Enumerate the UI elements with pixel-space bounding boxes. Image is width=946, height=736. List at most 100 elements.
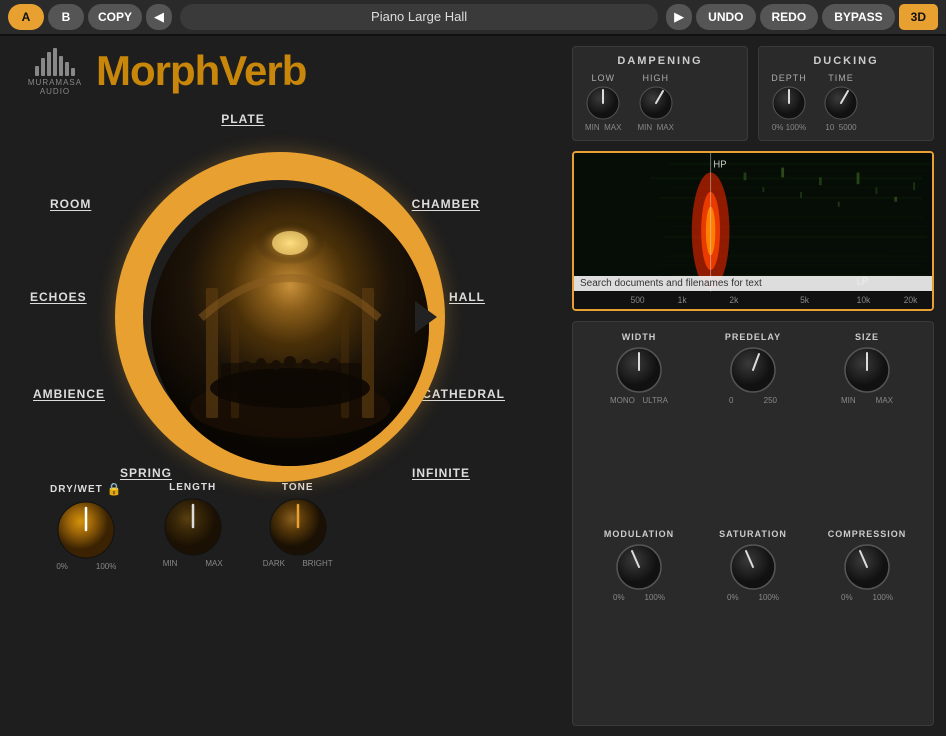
morph-wheel-inner	[151, 188, 429, 466]
width-knob-svg	[615, 346, 663, 394]
dampening-low-group: LOW	[585, 73, 621, 132]
predelay-knob-svg	[729, 346, 777, 394]
ducking-time-svg	[823, 85, 859, 121]
dampening-low-svg	[585, 85, 621, 121]
label-infinite[interactable]: INFINITE	[412, 466, 470, 480]
preset-name: Piano Large Hall	[180, 4, 658, 30]
logo: MURAMASA AUDIO	[20, 46, 90, 96]
label-echoes[interactable]: ECHOES	[30, 290, 87, 304]
top-control-boxes: DAMPENING LOW	[572, 46, 934, 141]
label-spring[interactable]: SPRING	[120, 466, 172, 480]
logo-bar	[53, 48, 57, 76]
width-title: WIDTH	[622, 332, 657, 342]
drywet-range: 0% 100%	[56, 562, 116, 571]
tone-knob[interactable]	[268, 497, 328, 557]
logo-bar	[59, 56, 63, 76]
preset-a-button[interactable]: A	[8, 4, 44, 30]
copy-button[interactable]: COPY	[88, 4, 142, 30]
undo-button[interactable]: UNDO	[696, 4, 755, 30]
compression-knob-svg	[843, 543, 891, 591]
svg-text:HP: HP	[713, 159, 726, 170]
ducking-time-knob[interactable]	[823, 85, 859, 121]
logo-bar	[41, 58, 45, 76]
svg-text:20k: 20k	[904, 295, 918, 305]
morph-wheel-ring[interactable]	[115, 152, 445, 482]
ducking-time-label: TIME	[828, 73, 854, 83]
logo-bar	[71, 68, 75, 76]
preset-b-button[interactable]: B	[48, 4, 84, 30]
predelay-col: PREDELAY 0 250	[701, 332, 805, 519]
dampening-box: DAMPENING LOW	[572, 46, 748, 141]
dampening-title: DAMPENING	[585, 55, 735, 67]
saturation-col: SATURATION 0% 100%	[701, 529, 805, 716]
width-knob[interactable]	[615, 346, 663, 394]
size-knob-svg	[843, 346, 891, 394]
main-content: MURAMASA AUDIO MorphVerb PLATE ROOM CHAM…	[0, 36, 946, 736]
brand-name: MURAMASA AUDIO	[28, 78, 82, 96]
drywet-knob-svg	[56, 500, 116, 560]
wheel-arrow	[415, 301, 437, 333]
bypass-button[interactable]: BYPASS	[822, 4, 894, 30]
ducking-depth-group: DEPTH 0% 100%	[771, 73, 807, 132]
width-range: MONO ULTRA	[610, 396, 668, 405]
modulation-knob[interactable]	[615, 543, 663, 591]
saturation-title: SATURATION	[719, 529, 787, 539]
width-col: WIDTH MONO ULTR	[587, 332, 691, 519]
modulation-range: 0% 100%	[613, 593, 665, 602]
predelay-knob[interactable]	[729, 346, 777, 394]
ducking-box: DUCKING DEPTH 0% 100%	[758, 46, 934, 141]
ducking-depth-range: 0% 100%	[772, 123, 806, 132]
predelay-range: 0 250	[729, 396, 777, 405]
svg-text:1k: 1k	[678, 295, 688, 305]
length-knob[interactable]	[163, 497, 223, 557]
label-chamber[interactable]: CHAMBER	[412, 197, 480, 211]
logo-title-area: MURAMASA AUDIO MorphVerb	[20, 46, 540, 96]
dampening-high-svg	[638, 85, 674, 121]
right-panel: DAMPENING LOW	[560, 36, 946, 736]
app-title: MorphVerb	[96, 47, 306, 95]
dampening-high-knob[interactable]	[638, 85, 674, 121]
redo-button[interactable]: REDO	[760, 4, 819, 30]
size-title: SIZE	[855, 332, 879, 342]
dampening-low-knob[interactable]	[585, 85, 621, 121]
compression-knob[interactable]	[843, 543, 891, 591]
tone-range: DARK BRIGHT	[263, 559, 333, 568]
compression-col: COMPRESSION 0% 100%	[815, 529, 919, 716]
label-hall[interactable]: HALL	[449, 290, 485, 304]
morph-wheel-area: PLATE ROOM CHAMBER ECHOES HALL AMBIENCE …	[25, 102, 535, 522]
spectrum-tooltip: Search documents and filenames for text	[574, 276, 932, 291]
saturation-range: 0% 100%	[727, 593, 779, 602]
ducking-title: DUCKING	[771, 55, 921, 67]
ducking-time-range: 10 5000	[825, 123, 856, 132]
length-range: MIN MAX	[163, 559, 223, 568]
ducking-depth-knob[interactable]	[771, 85, 807, 121]
left-panel: MURAMASA AUDIO MorphVerb PLATE ROOM CHAM…	[0, 36, 560, 736]
dampening-high-label: HIGH	[642, 73, 669, 83]
modulation-knob-svg	[615, 543, 663, 591]
ducking-time-group: TIME 10 5000	[823, 73, 859, 132]
dampening-low-label: LOW	[591, 73, 615, 83]
tone-knob-svg	[268, 497, 328, 557]
logo-bar	[65, 62, 69, 76]
size-range: MIN MAX	[841, 396, 893, 405]
ducking-depth-svg	[771, 85, 807, 121]
modulation-col: MODULATION 0% 100%	[587, 529, 691, 716]
logo-bar	[47, 52, 51, 76]
svg-text:2k: 2k	[729, 295, 739, 305]
next-preset-button[interactable]: ▶	[666, 4, 692, 30]
ducking-knobs: DEPTH 0% 100% TIME	[771, 73, 921, 132]
label-plate[interactable]: PLATE	[221, 112, 264, 126]
saturation-knob[interactable]	[729, 543, 777, 591]
size-knob[interactable]	[843, 346, 891, 394]
dampening-high-range: MIN MAX	[637, 123, 673, 132]
3d-button[interactable]: 3D	[899, 4, 938, 30]
ducking-depth-label: DEPTH	[771, 73, 807, 83]
bottom-right-controls: WIDTH MONO ULTR	[572, 321, 934, 726]
top-bar: A B COPY ◀ Piano Large Hall ▶ UNDO REDO …	[0, 0, 946, 36]
saturation-knob-svg	[729, 543, 777, 591]
drywet-knob[interactable]	[56, 500, 116, 560]
svg-text:500: 500	[631, 295, 645, 305]
prev-preset-button[interactable]: ◀	[146, 4, 172, 30]
label-room[interactable]: ROOM	[50, 197, 91, 211]
logo-bar	[35, 66, 39, 76]
